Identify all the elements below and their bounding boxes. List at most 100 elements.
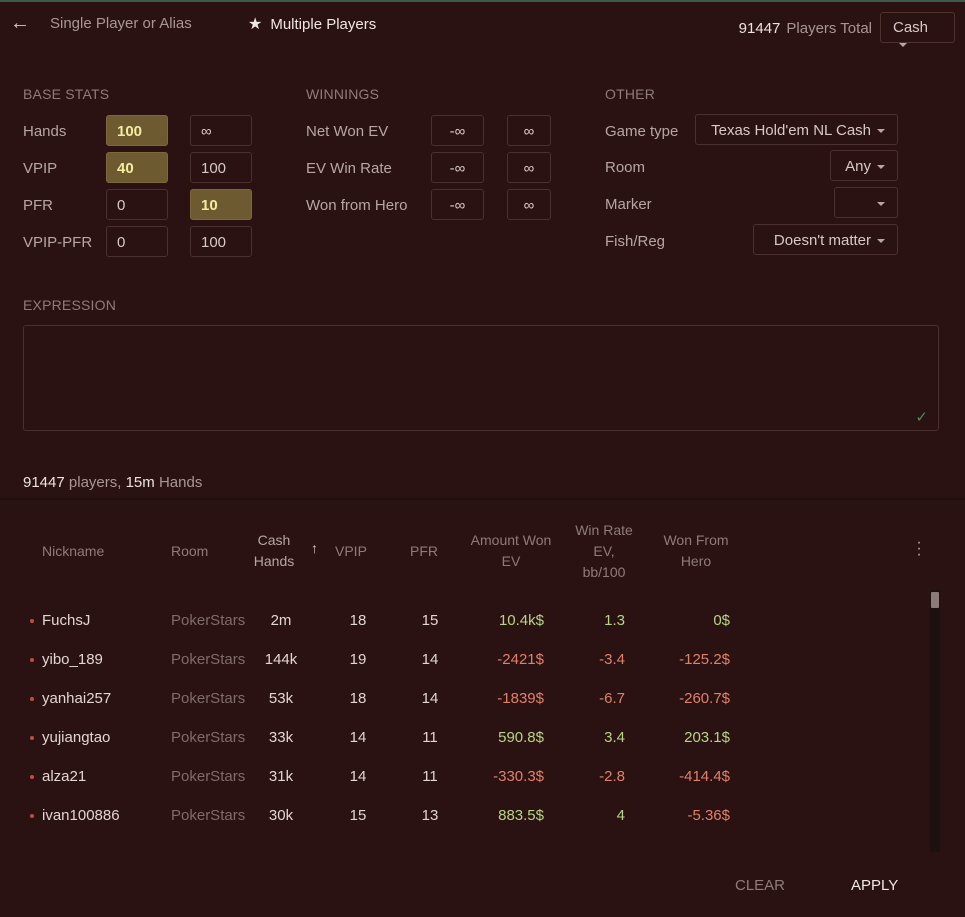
table-row[interactable]: yibo_189 PokerStars 144k 19 14 -2421$ -3… [0, 639, 930, 678]
row-nickname: yibo_189 [42, 651, 103, 668]
vpip-pfr-min-input[interactable]: 0 [106, 226, 168, 257]
row-room: PokerStars [171, 651, 246, 668]
ev-win-rate-label: EV Win Rate [306, 160, 392, 177]
col-vpip[interactable]: VPIP [335, 541, 367, 562]
col-wfh-line2: Hero [680, 553, 712, 569]
header: ← Single Player or Alias ★ Multiple Playe… [0, 0, 965, 60]
footer: CLEAR APPLY [0, 852, 965, 917]
col-won-from-hero[interactable]: Won From Hero [656, 530, 736, 572]
status-dot-icon [30, 697, 34, 701]
vpip-label: VPIP [23, 160, 58, 177]
status-dot-icon [30, 814, 34, 818]
row-winrate: -3.4 [599, 651, 625, 668]
apply-button[interactable]: APPLY [851, 877, 898, 894]
vpip-pfr-max-input[interactable]: 100 [190, 226, 252, 257]
game-type-label: Game type [605, 123, 679, 140]
row-won-from-hero: 203.1$ [684, 729, 730, 746]
status-dot-icon [30, 619, 34, 623]
col-amount-won-ev[interactable]: Amount Won EV [462, 530, 560, 572]
other-title: OTHER [605, 86, 655, 102]
col-amount-line1: Amount Won [470, 532, 552, 548]
ev-win-rate-min-input[interactable]: -∞ [431, 152, 484, 183]
col-cash-hands-line2: Hands [253, 553, 295, 569]
row-room: PokerStars [171, 690, 246, 707]
base-stats-title: BASE STATS [23, 86, 110, 102]
col-amount-line2: EV [501, 553, 521, 569]
row-pfr: 11 [422, 729, 438, 746]
row-pfr: 14 [421, 690, 439, 707]
back-arrow-icon[interactable]: ← [10, 12, 30, 35]
row-room: PokerStars [171, 768, 246, 785]
room-label: Room [605, 159, 646, 176]
row-amount: 590.8$ [498, 729, 544, 746]
pfr-min-input[interactable]: 0 [106, 189, 168, 220]
row-nickname: yanhai257 [42, 690, 112, 707]
hands-min-input[interactable]: 100 [106, 115, 168, 146]
row-hands: 33k [268, 729, 294, 746]
col-win-rate-ev[interactable]: Win Rate EV, bb/100 [568, 520, 640, 583]
col-cash-hands[interactable]: Cash Hands [247, 530, 301, 572]
vpip-min-input[interactable]: 40 [106, 152, 168, 183]
more-options-icon[interactable]: · · · [913, 535, 925, 563]
scrollbar-thumb[interactable] [931, 592, 939, 608]
clear-button[interactable]: CLEAR [735, 877, 785, 894]
row-vpip: 14 [349, 729, 367, 746]
chevron-down-icon [877, 202, 885, 207]
marker-dropdown[interactable] [834, 187, 898, 218]
table-row[interactable]: ivan100886 PokerStars 30k 15 13 883.5$ 4… [0, 795, 930, 834]
scrollbar-track[interactable] [930, 590, 940, 852]
col-nickname[interactable]: Nickname [42, 541, 104, 562]
row-amount: 883.5$ [498, 807, 544, 824]
col-winrate-line1: Win Rate [575, 522, 633, 538]
row-pfr: 13 [421, 807, 439, 824]
room-dropdown[interactable]: Any [830, 150, 898, 181]
table-row[interactable]: alza21 PokerStars 31k 14 11 -330.3$ -2.8… [0, 756, 930, 795]
won-from-hero-max-input[interactable]: ∞ [507, 189, 551, 220]
players-total-count: 91447 [738, 20, 781, 37]
row-won-from-hero: -125.2$ [679, 651, 730, 668]
table-row[interactable]: FuchsJ PokerStars 2m 18 15 10.4k$ 1.3 0$ [0, 600, 930, 639]
winnings-title: WINNINGS [306, 86, 380, 102]
row-winrate: -2.8 [599, 768, 625, 785]
col-winrate-line3: bb/100 [582, 564, 626, 580]
won-from-hero-min-input[interactable]: -∞ [431, 189, 484, 220]
net-won-ev-max-input[interactable]: ∞ [507, 115, 551, 146]
players-total-label: Players Total [786, 20, 872, 37]
col-pfr[interactable]: PFR [410, 541, 438, 562]
vpip-pfr-label: VPIP-PFR [23, 234, 93, 251]
vpip-max-input[interactable]: 100 [190, 152, 252, 183]
row-room: PokerStars [171, 612, 246, 629]
col-room[interactable]: Room [171, 541, 208, 562]
row-vpip: 15 [349, 807, 367, 824]
mode-multiple-players-tab[interactable]: ★ Multiple Players [248, 14, 376, 34]
pfr-label: PFR [23, 197, 53, 214]
row-hands: 53k [268, 690, 294, 707]
ev-win-rate-max-input[interactable]: ∞ [507, 152, 551, 183]
results-summary: 91447 players, 15m Hands [23, 474, 202, 491]
row-winrate: 4 [616, 807, 625, 824]
table-row[interactable]: yanhai257 PokerStars 53k 18 14 -1839$ -6… [0, 678, 930, 717]
chevron-down-icon [899, 43, 907, 48]
summary-hands-label: Hands [158, 474, 203, 491]
row-won-from-hero: -414.4$ [679, 768, 730, 785]
pfr-max-input[interactable]: 10 [190, 189, 252, 220]
mode-single-player-tab[interactable]: Single Player or Alias [50, 15, 192, 32]
row-nickname: yujiangtao [42, 729, 111, 746]
fish-reg-dropdown[interactable]: Doesn't matter [753, 224, 898, 255]
hands-max-input[interactable]: ∞ [190, 115, 252, 146]
marker-label: Marker [605, 196, 652, 213]
game-mode-dropdown[interactable]: Cash [880, 12, 955, 48]
row-room: PokerStars [171, 729, 246, 746]
expression-input[interactable]: ✓ [23, 325, 939, 431]
col-wfh-line1: Won From [663, 532, 729, 548]
hands-label: Hands [23, 123, 67, 140]
row-hands: 30k [268, 807, 294, 824]
sort-ascending-icon[interactable]: ↑ [311, 540, 318, 556]
table-row[interactable]: yujiangtao PokerStars 33k 14 11 590.8$ 3… [0, 717, 930, 756]
net-won-ev-min-input[interactable]: -∞ [431, 115, 484, 146]
game-type-dropdown[interactable]: Texas Hold'em NL Cash [695, 114, 898, 145]
mode-multiple-label: Multiple Players [270, 16, 377, 33]
chevron-down-icon [877, 165, 885, 170]
status-dot-icon [30, 736, 34, 740]
row-hands: 2m [270, 612, 292, 629]
